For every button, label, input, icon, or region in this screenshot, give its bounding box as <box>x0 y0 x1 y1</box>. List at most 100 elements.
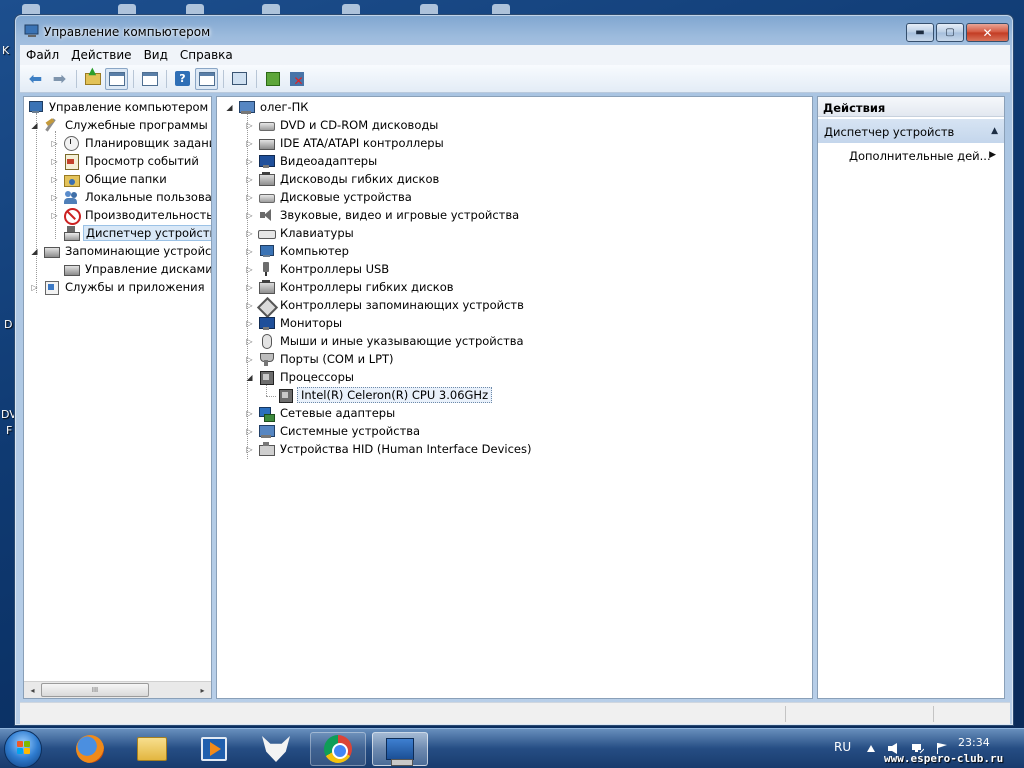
taskbar-explorer[interactable] <box>124 732 180 766</box>
tree-item-performance[interactable]: ▷ Производительность <box>49 206 211 225</box>
device-category-system[interactable]: ▷ Системные устройства <box>244 422 422 440</box>
device-category-label: Системные устройства <box>280 424 421 438</box>
network-adapter-icon <box>258 405 275 422</box>
device-category-floppy-controllers[interactable]: ▷ Контроллеры гибких дисков <box>244 278 456 296</box>
language-indicator[interactable]: RU <box>834 740 851 754</box>
device-tree-root[interactable]: ◢ олег-ПК <box>224 98 310 116</box>
device-category-ports[interactable]: ▷ Порты (COM и LPT) <box>244 350 396 368</box>
show-hide-tree-button[interactable] <box>105 67 128 90</box>
expand-toggle-icon[interactable]: ▷ <box>49 192 60 203</box>
device-category-keyboards[interactable]: ▷ Клавиатуры <box>244 224 356 242</box>
expand-toggle-icon[interactable]: ▷ <box>244 192 255 203</box>
submenu-arrow-icon[interactable]: ▶ <box>989 150 996 160</box>
more-actions-link[interactable]: Дополнительные дей... <box>849 149 991 163</box>
show-hide-action-pane-button[interactable] <box>195 67 218 90</box>
menu-help[interactable]: Справка <box>174 45 239 65</box>
expand-toggle-icon[interactable]: ▷ <box>244 264 255 275</box>
scroll-right-arrow-icon[interactable]: ▸ <box>194 682 211 698</box>
expand-toggle-icon[interactable]: ▷ <box>49 138 60 149</box>
expand-toggle-icon[interactable]: ▷ <box>244 228 255 239</box>
tree-item-event-viewer[interactable]: ▷ Просмотр событий <box>49 152 201 170</box>
expand-toggle-icon[interactable]: ▷ <box>244 210 255 221</box>
tray-arrow-icon[interactable] <box>866 743 878 754</box>
tree-item-shared-folders[interactable]: ▷ Общие папки <box>49 170 169 188</box>
actions-section-device-manager[interactable]: Диспетчер устройств ▲ <box>818 119 1004 143</box>
expand-toggle-icon[interactable]: ▷ <box>49 174 60 185</box>
scrollbar-thumb[interactable]: III <box>41 683 149 697</box>
device-category-storage-controllers[interactable]: ▷ Контроллеры запоминающих устройств <box>244 296 526 314</box>
uninstall-device-button[interactable]: ✕ <box>285 68 308 90</box>
show-hide-tree-icon <box>108 71 125 86</box>
expand-toggle-icon[interactable]: ▷ <box>244 444 255 455</box>
computer-icon <box>258 243 274 259</box>
close-button[interactable]: ✕ <box>966 23 1009 42</box>
expand-toggle-icon[interactable]: ▷ <box>49 156 60 167</box>
expand-toggle-icon[interactable]: ◢ <box>29 246 40 257</box>
taskbar-computer-management[interactable] <box>372 732 428 766</box>
tree-item-storage[interactable]: ◢ Запоминающие устройст <box>29 242 211 260</box>
tree-item-services-applications[interactable]: ▷ Службы и приложения <box>29 278 207 296</box>
device-category-computer[interactable]: ▷ Компьютер <box>244 242 351 260</box>
device-item-cpu[interactable]: Intel(R) Celeron(R) CPU 3.06GHz <box>277 386 493 404</box>
back-button[interactable]: ⬅ <box>24 68 47 90</box>
explorer-folder-icon <box>137 737 167 761</box>
menu-view[interactable]: Вид <box>138 45 174 65</box>
device-category-sound[interactable]: ▷ Звуковые, видео и игровые устройства <box>244 206 521 224</box>
expand-toggle-icon[interactable]: ▷ <box>29 282 40 293</box>
expand-toggle-icon[interactable]: ◢ <box>224 102 235 113</box>
expand-toggle-icon[interactable]: ▷ <box>49 210 60 221</box>
device-category-ide[interactable]: ▷ IDE ATA/ATAPI контроллеры <box>244 134 446 152</box>
tree-item-local-users[interactable]: ▷ Локальные пользовате <box>49 188 211 206</box>
minimize-button[interactable]: ▬ <box>906 23 934 42</box>
help-button[interactable]: ? <box>171 68 194 90</box>
scroll-left-arrow-icon[interactable]: ◂ <box>24 682 41 698</box>
horizontal-scrollbar[interactable]: ◂ III ▸ <box>24 681 211 698</box>
menu-action[interactable]: Действие <box>65 45 137 65</box>
properties-button[interactable] <box>138 68 161 90</box>
clock-time[interactable]: 23:34 <box>958 736 990 749</box>
maximize-button[interactable]: ▢ <box>936 23 964 42</box>
expand-toggle-icon[interactable]: ▷ <box>244 318 255 329</box>
device-category-dvd[interactable]: ▷ DVD и CD-ROM дисководы <box>244 116 440 134</box>
up-level-button[interactable] <box>81 66 104 90</box>
device-category-hid[interactable]: ▷ Устройства HID (Human Interface Device… <box>244 440 533 458</box>
expand-toggle-icon[interactable]: ▷ <box>244 282 255 293</box>
title-bar[interactable]: Управление компьютером ▬ ▢ ✕ <box>15 15 1013 45</box>
device-category-video[interactable]: ▷ Видеоадаптеры <box>244 152 379 170</box>
expand-toggle-icon[interactable]: ◢ <box>29 120 40 131</box>
expand-toggle-icon[interactable]: ▷ <box>244 300 255 311</box>
expand-toggle-icon[interactable]: ◢ <box>244 372 255 383</box>
menu-file[interactable]: Файл <box>20 45 65 65</box>
expand-toggle-icon[interactable]: ▷ <box>244 246 255 257</box>
expand-toggle-icon[interactable]: ▷ <box>244 174 255 185</box>
taskbar-fox-app[interactable] <box>248 732 304 766</box>
device-category-floppy-drives[interactable]: ▷ Дисководы гибких дисков <box>244 170 441 188</box>
scan-hardware-button[interactable] <box>228 68 251 90</box>
device-category-usb[interactable]: ▷ Контроллеры USB <box>244 260 391 278</box>
tree-item-system-tools[interactable]: ◢ Служебные программы <box>29 116 210 134</box>
taskbar-media-player[interactable] <box>186 732 242 766</box>
expand-toggle-icon[interactable]: ▷ <box>244 156 255 167</box>
tree-item-task-scheduler[interactable]: ▷ Планировщик заданий <box>49 134 211 152</box>
forward-button[interactable]: ➡ <box>48 68 71 90</box>
device-category-mice[interactable]: ▷ Мыши и иные указывающие устройства <box>244 332 526 350</box>
tree-item-disk-management[interactable]: Управление дисками <box>63 260 211 278</box>
tree-item-device-manager[interactable]: Диспетчер устройств <box>63 224 211 242</box>
expand-toggle-icon[interactable]: ▷ <box>244 120 255 131</box>
expand-toggle-icon[interactable]: ▷ <box>244 426 255 437</box>
expand-toggle-icon[interactable]: ▷ <box>244 138 255 149</box>
device-category-disk-drives[interactable]: ▷ Дисковые устройства <box>244 188 414 206</box>
help-icon: ? <box>175 71 190 86</box>
device-category-monitors[interactable]: ▷ Мониторы <box>244 314 344 332</box>
taskbar-firefox[interactable] <box>62 732 118 766</box>
expand-toggle-icon[interactable]: ▷ <box>244 336 255 347</box>
update-driver-button[interactable] <box>261 68 284 90</box>
taskbar-chrome[interactable] <box>310 732 366 766</box>
tree-item-computer-management[interactable]: Управление компьютером (л <box>27 98 211 116</box>
expand-toggle-icon[interactable]: ▷ <box>244 354 255 365</box>
start-button[interactable] <box>4 730 42 768</box>
device-category-processors[interactable]: ◢ Процессоры <box>244 368 356 386</box>
expand-toggle-icon[interactable]: ▷ <box>244 408 255 419</box>
device-category-network[interactable]: ▷ Сетевые адаптеры <box>244 404 397 422</box>
collapse-up-icon[interactable]: ▲ <box>991 126 998 136</box>
